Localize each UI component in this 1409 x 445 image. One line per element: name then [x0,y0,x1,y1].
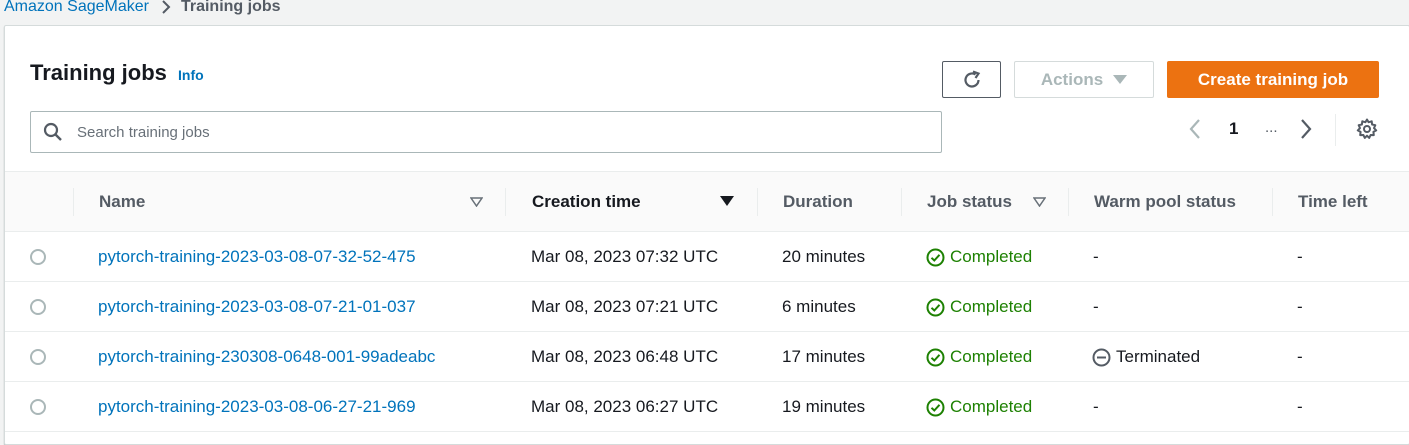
job-status: Completed [926,232,1032,282]
sort-descending-icon [720,196,734,207]
search-icon [43,122,63,142]
column-label: Time left [1298,191,1368,211]
job-status-label: Completed [950,397,1033,416]
pagination-ellipsis: ... [1265,119,1278,136]
job-status-label: Completed [950,347,1033,366]
caret-down-icon [1113,74,1128,85]
column-header-name[interactable]: Name [99,172,499,231]
column-header-creation-time[interactable]: Creation time [532,172,752,231]
column-header-warm-pool-status: Warm pool status [1094,172,1264,231]
check-circle-icon [926,398,945,417]
job-status: Completed [926,382,1032,432]
column-label: Warm pool status [1094,191,1236,211]
column-header-job-status[interactable]: Job status [927,172,1067,231]
job-name-link[interactable]: pytorch-training-2023-03-08-07-32-52-475 [98,232,416,282]
search-box [30,111,942,153]
column-label: Creation time [532,191,641,211]
actions-label: Actions [1040,69,1104,89]
warm-pool-status: - [1093,247,1099,266]
page-title: Training jobs [30,60,167,85]
job-status: Completed [926,282,1032,332]
time-left: - [1297,347,1303,366]
time-left: - [1297,247,1303,266]
table-row[interactable]: pytorch-training-2023-03-08-07-32-52-475… [5,232,1409,282]
duration: 6 minutes [782,297,856,316]
pagination-divider [1335,114,1336,146]
search-input[interactable] [75,122,875,142]
next-page-button[interactable] [1299,118,1313,140]
column-label: Name [99,191,146,211]
creation-time: Mar 08, 2023 07:21 UTC [531,297,719,316]
chevron-right-icon [1301,119,1312,139]
table-row[interactable]: pytorch-training-2023-03-08-06-27-21-969… [5,382,1409,432]
check-circle-icon [926,348,945,367]
job-name-link[interactable]: pytorch-training-2023-03-08-07-21-01-037 [98,282,416,332]
creation-time: Mar 08, 2023 06:27 UTC [531,397,719,416]
column-label: Duration [783,191,853,211]
job-status: Completed [926,332,1032,382]
duration: 20 minutes [782,247,866,266]
previous-page-button[interactable] [1188,118,1202,140]
preferences-button[interactable] [1356,118,1378,140]
refresh-button[interactable] [942,61,1001,98]
column-divider [757,188,758,216]
warm-pool-status: Terminated [1092,332,1200,382]
warm-pool-status: - [1093,297,1099,316]
job-status-label: Completed [950,247,1033,266]
refresh-icon [961,69,983,91]
training-jobs-panel: Training jobs Info Actions Create traini… [4,25,1409,445]
warm-pool-status: - [1093,397,1099,416]
create-training-job-button[interactable]: Create training job [1167,61,1379,98]
table-row[interactable]: pytorch-training-230308-0648-001-99adeab… [5,332,1409,382]
column-divider [73,188,74,216]
column-divider [505,188,506,216]
chevron-left-icon [1189,119,1200,139]
time-left: - [1297,297,1303,316]
check-circle-icon [926,248,945,267]
duration: 17 minutes [782,347,866,366]
filter-triangle-icon [470,196,483,207]
column-label: Job status [927,191,1013,211]
duration: 19 minutes [782,397,866,416]
column-header-time-left: Time left [1298,172,1398,231]
row-select-radio[interactable] [30,399,46,415]
page-number-current[interactable]: 1 [1229,119,1238,139]
chevron-right-icon [161,0,171,15]
actions-dropdown-button[interactable]: Actions [1014,61,1154,98]
check-circle-icon [926,298,945,317]
column-divider [1068,188,1069,216]
gear-icon [1356,118,1378,139]
row-select-radio[interactable] [30,249,46,265]
table-row[interactable]: pytorch-training-2023-03-08-07-21-01-037… [5,282,1409,332]
column-divider [1272,188,1273,216]
info-link[interactable]: Info [178,67,204,83]
row-select-radio[interactable] [30,349,46,365]
job-name-link[interactable]: pytorch-training-2023-03-08-06-27-21-969 [98,382,416,432]
minus-circle-icon [1092,348,1111,367]
breadcrumb-sagemaker-link[interactable]: Amazon SageMaker [4,0,149,16]
time-left: - [1297,397,1303,416]
column-header-duration: Duration [783,172,893,231]
creation-time: Mar 08, 2023 07:32 UTC [531,247,719,266]
job-status-label: Completed [950,297,1033,316]
job-name-link[interactable]: pytorch-training-230308-0648-001-99adeab… [98,332,435,382]
table-header: Name Creation time Duration Job status W… [5,171,1409,232]
breadcrumb-current: Training jobs [180,0,281,15]
filter-triangle-icon [1033,196,1046,207]
row-select-radio[interactable] [30,299,46,315]
breadcrumb: Amazon SageMaker Training jobs [4,0,281,18]
column-divider [901,188,902,216]
warm-pool-status-label: Terminated [1116,347,1201,366]
creation-time: Mar 08, 2023 06:48 UTC [531,347,719,366]
